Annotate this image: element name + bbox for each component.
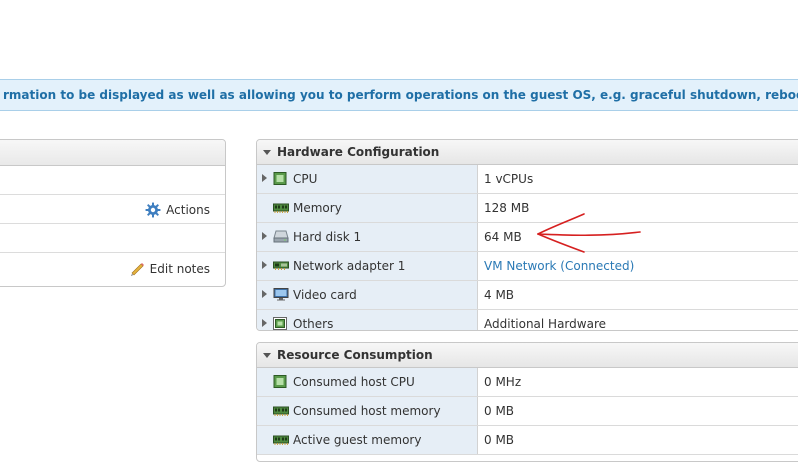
resource-consumption-title: Resource Consumption: [277, 348, 433, 362]
expand-arrow-icon[interactable]: [262, 174, 267, 182]
expand-arrow-icon[interactable]: [262, 290, 267, 298]
pencil-icon: [130, 263, 144, 276]
summary-panel: Actions Edit notes: [0, 139, 226, 287]
vm-network-link[interactable]: VM Network (Connected): [484, 259, 634, 273]
banner-text: rmation to be displayed as well as allow…: [3, 88, 798, 102]
resource-value: 0 MHz: [484, 375, 522, 389]
hardware-label: Hard disk 1: [293, 230, 362, 244]
notes-row: Edit notes: [0, 253, 225, 281]
resource-label: Consumed host CPU: [293, 375, 415, 389]
hardware-row-memory: Memory 128 MB: [257, 194, 798, 223]
actions-button[interactable]: Actions: [145, 202, 210, 218]
hardware-row-video-card: Video card 4 MB: [257, 281, 798, 310]
resource-row-host-cpu: Consumed host CPU 0 MHz: [257, 368, 798, 397]
hardware-label: Others: [293, 317, 334, 331]
hardware-label: Memory: [293, 201, 342, 215]
network-adapter-icon: [273, 261, 289, 270]
edit-notes-button[interactable]: Edit notes: [129, 261, 210, 277]
hardware-row-hard-disk: Hard disk 1 64 MB: [257, 223, 798, 252]
actions-label: Actions: [166, 203, 210, 217]
hardware-value: 4 MB: [484, 288, 515, 302]
monitor-icon: [273, 288, 289, 301]
hardware-configuration-header[interactable]: Hardware Configuration: [257, 140, 798, 165]
summary-row: [0, 166, 225, 195]
resource-value: 0 MB: [484, 433, 515, 447]
resource-consumption-header[interactable]: Resource Consumption: [257, 343, 798, 368]
hardware-value: 64 MB: [484, 230, 522, 244]
summary-row: [0, 224, 225, 253]
others-icon: [273, 317, 287, 330]
hardware-label: CPU: [293, 172, 318, 186]
memory-icon: [273, 203, 289, 213]
memory-icon: [273, 435, 289, 445]
gear-icon: [145, 202, 161, 218]
resource-consumption-panel: Resource Consumption Consumed host CPU 0…: [256, 342, 798, 462]
hardware-row-network-adapter: Network adapter 1 VM Network (Connected): [257, 252, 798, 281]
hard-disk-icon: [273, 230, 289, 243]
expand-arrow-icon[interactable]: [262, 319, 267, 327]
hardware-row-others: Others Additional Hardware: [257, 310, 798, 331]
resource-label: Active guest memory: [293, 433, 422, 447]
info-banner: rmation to be displayed as well as allow…: [0, 79, 798, 111]
hardware-value: Additional Hardware: [484, 317, 606, 331]
summary-panel-header: [0, 140, 225, 166]
hardware-value: 1 vCPUs: [484, 172, 534, 186]
collapse-triangle-icon: [263, 149, 271, 155]
hardware-label: Network adapter 1: [293, 259, 406, 273]
expand-arrow-icon[interactable]: [262, 261, 267, 269]
collapse-triangle-icon: [263, 352, 271, 358]
resource-value: 0 MB: [484, 404, 515, 418]
hardware-configuration-title: Hardware Configuration: [277, 145, 440, 159]
cpu-icon: [273, 172, 287, 185]
resource-row-host-memory: Consumed host memory 0 MB: [257, 397, 798, 426]
cpu-icon: [273, 375, 287, 388]
memory-icon: [273, 406, 289, 416]
hardware-value: 128 MB: [484, 201, 530, 215]
actions-row: Actions: [0, 195, 225, 224]
edit-notes-label: Edit notes: [149, 262, 210, 276]
resource-label: Consumed host memory: [293, 404, 441, 418]
hardware-label: Video card: [293, 288, 357, 302]
expand-arrow-icon[interactable]: [262, 232, 267, 240]
hardware-configuration-panel: Hardware Configuration CPU 1 vCPUs Memor…: [256, 139, 798, 331]
hardware-row-cpu: CPU 1 vCPUs: [257, 165, 798, 194]
